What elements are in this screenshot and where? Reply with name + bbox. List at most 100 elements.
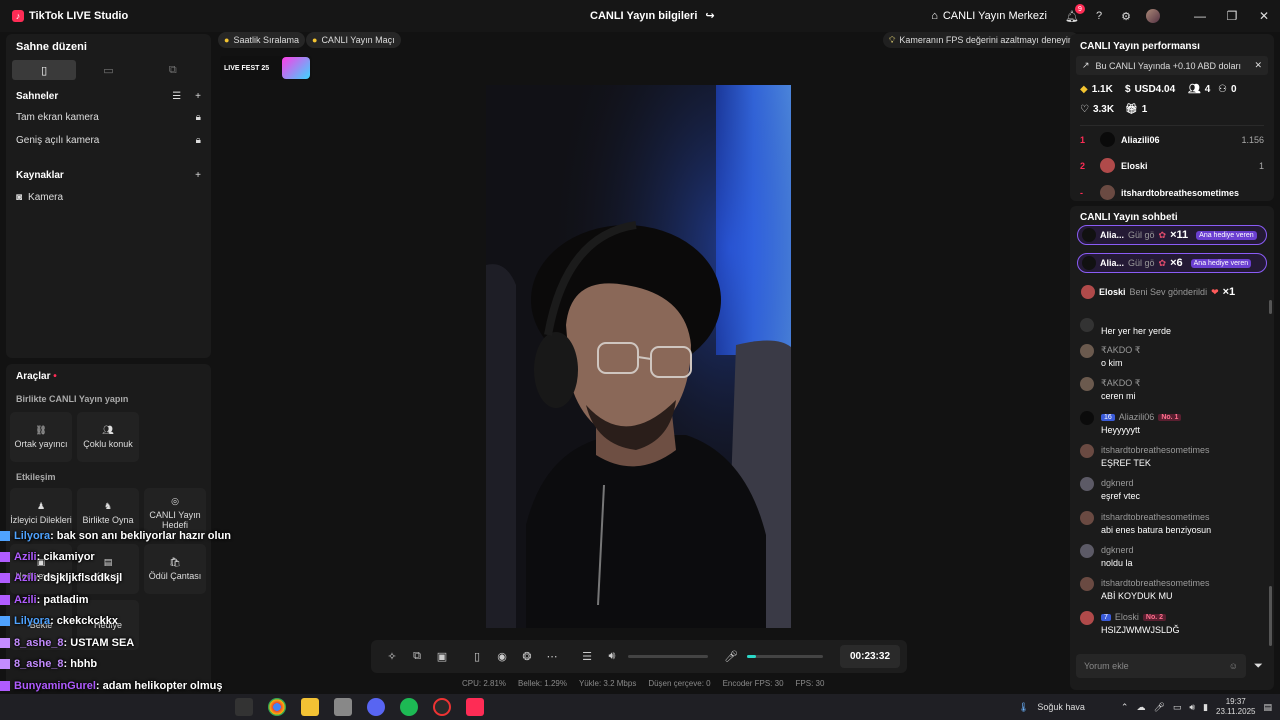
- tab-landscape[interactable]: ▭: [76, 60, 140, 80]
- chat-scrollbar[interactable]: [1269, 586, 1272, 646]
- chat-message[interactable]: 7 Eloski No. 2 HSIZJWMWJSLDĞ: [1080, 611, 1264, 635]
- more-icon[interactable]: ⋯: [543, 648, 561, 666]
- avatar[interactable]: [1080, 318, 1094, 332]
- avatar[interactable]: [1080, 444, 1094, 458]
- tiktok-studio-icon[interactable]: [466, 698, 484, 716]
- list-icon[interactable]: ☰: [172, 91, 181, 102]
- camera-preview[interactable]: [486, 85, 791, 628]
- cohost-tool[interactable]: ⛓ Ortak yayıncı: [10, 412, 72, 462]
- add-source-icon[interactable]: +: [195, 170, 201, 181]
- mic-icon[interactable]: 🎤︎: [722, 648, 740, 666]
- chat-username[interactable]: ₹AKDO ₹: [1101, 378, 1140, 389]
- scene-label: Geniş açılı kamera: [16, 135, 100, 146]
- livefest-banner[interactable]: LIVE FEST 25: [220, 56, 312, 80]
- reward-bag-tool[interactable]: 🛍︎ Ödül Çantası: [144, 544, 206, 594]
- ranking-row[interactable]: 1 Aliazili06 1.156: [1080, 132, 1264, 147]
- record-icon[interactable]: ◉: [493, 648, 511, 666]
- weather-text[interactable]: Soğuk hava: [1037, 702, 1085, 712]
- obs-icon[interactable]: [433, 698, 451, 716]
- close-icon[interactable]: ✕: [1254, 60, 1262, 71]
- chrome-icon[interactable]: [268, 698, 286, 716]
- notifications-icon[interactable]: ▤: [1263, 702, 1272, 713]
- mic-tray-icon[interactable]: 🎤︎: [1153, 702, 1164, 713]
- mic-level-slider[interactable]: [747, 655, 823, 658]
- live-info-title[interactable]: CANLI Yayın bilgileri ↪: [590, 9, 715, 23]
- volume-icon[interactable]: 🔊︎: [1189, 702, 1195, 713]
- magic-icon[interactable]: ✧: [383, 648, 401, 666]
- chat-username[interactable]: ₹AKDO ₹: [1101, 345, 1140, 356]
- speaker-icon[interactable]: 🔊︎: [603, 648, 621, 666]
- gift-notification[interactable]: Eloski Beni Sev gönderildi ❤ ×1: [1077, 282, 1267, 302]
- gift-notification[interactable]: Alia... Gül gö ✿ ×6 Ana hediye veren: [1077, 253, 1267, 273]
- live-center-button[interactable]: ⌂ CANLI Yayın Merkezi: [931, 10, 1047, 22]
- help-icon[interactable]: ?: [1092, 9, 1106, 23]
- close-button[interactable]: ✕: [1248, 0, 1280, 32]
- scene-item[interactable]: Tam ekran kamera 🔒︎: [16, 112, 201, 123]
- share-icon[interactable]: ↪: [705, 9, 714, 22]
- scene-item[interactable]: Geniş açılı kamera 🔒︎: [16, 135, 201, 146]
- minimize-button[interactable]: —: [1184, 0, 1216, 32]
- hourly-ranking-pill[interactable]: ● Saatlik Sıralama: [218, 32, 305, 48]
- chat-username[interactable]: itshardtobreathesometimes: [1101, 512, 1210, 522]
- chat-message[interactable]: itshardtobreathesometimes abi enes batura…: [1080, 511, 1264, 535]
- avatar[interactable]: [1146, 9, 1160, 23]
- gift-scrollbar[interactable]: [1269, 300, 1272, 314]
- task-view-icon[interactable]: [235, 698, 253, 716]
- discord-icon[interactable]: [367, 698, 385, 716]
- chat-username[interactable]: Aliazili06: [1119, 412, 1155, 422]
- folder-icon[interactable]: [301, 698, 319, 716]
- fps-tip[interactable]: 💡︎ Kameranın FPS değerini azaltmayı deney…: [883, 32, 1079, 48]
- lock-icon[interactable]: 🔒︎: [196, 135, 201, 146]
- add-scene-icon[interactable]: +: [195, 91, 201, 102]
- gear-icon[interactable]: ⚙: [1119, 9, 1133, 23]
- avatar[interactable]: [1080, 377, 1094, 391]
- comment-input[interactable]: Yorum ekle ☺: [1076, 654, 1246, 678]
- avatar[interactable]: [1080, 544, 1094, 558]
- chat-message[interactable]: dgknerd eşref vtec: [1080, 477, 1264, 501]
- battery-icon[interactable]: ▮: [1203, 702, 1208, 713]
- tab-portrait[interactable]: ▯: [12, 60, 77, 80]
- bell-icon[interactable]: 🔔︎ 9: [1065, 4, 1085, 23]
- avatar[interactable]: [1080, 577, 1094, 591]
- tab-split[interactable]: ⧉: [141, 60, 205, 80]
- app-icon[interactable]: [334, 698, 352, 716]
- layout-icon[interactable]: ▣: [433, 648, 451, 666]
- chat-message[interactable]: Her yer her yerde: [1080, 318, 1264, 336]
- volume-slider[interactable]: [628, 655, 708, 658]
- phone-icon[interactable]: ▯: [468, 648, 486, 666]
- clock[interactable]: 19:37 23.11.2025: [1216, 697, 1255, 717]
- chat-message[interactable]: ₹AKDO ₹ ceren mi: [1080, 377, 1264, 401]
- filter-icon[interactable]: ⏷: [1254, 660, 1263, 673]
- live-match-pill[interactable]: ● CANLI Yayın Maçı: [306, 32, 401, 48]
- chat-username[interactable]: Eloski: [1115, 612, 1139, 622]
- chat-message[interactable]: ₹AKDO ₹ o kim: [1080, 344, 1264, 368]
- avatar[interactable]: [1080, 344, 1094, 358]
- chat-username[interactable]: dgknerd: [1101, 545, 1134, 555]
- restore-button[interactable]: ❐: [1216, 0, 1248, 32]
- chat-username[interactable]: dgknerd: [1101, 478, 1134, 488]
- chat-message[interactable]: 16 Aliazili06 No. 1 Heyyyyytt: [1080, 411, 1264, 435]
- avatar[interactable]: [1080, 611, 1094, 625]
- chat-message[interactable]: itshardtobreathesometimes EŞREF TEK: [1080, 444, 1264, 468]
- screen-share-icon[interactable]: ⧉: [408, 648, 426, 666]
- chat-username[interactable]: itshardtobreathesometimes: [1101, 445, 1210, 455]
- chevron-up-icon[interactable]: ⌃: [1121, 702, 1129, 713]
- source-item[interactable]: ◙ Kamera: [16, 192, 201, 203]
- avatar[interactable]: [1080, 511, 1094, 525]
- settings-sliders-icon[interactable]: ☰: [578, 648, 596, 666]
- chat-message[interactable]: itshardtobreathesometimes ABİ KOYDUK MU: [1080, 577, 1264, 601]
- effects-icon[interactable]: ❂: [518, 648, 536, 666]
- avatar[interactable]: [1080, 477, 1094, 491]
- cloud-icon[interactable]: ☁: [1136, 702, 1145, 713]
- spotify-icon[interactable]: [400, 698, 418, 716]
- avatar[interactable]: [1080, 411, 1094, 425]
- gift-notification[interactable]: Alia... Gül gö ✿ ×11 Ana hediye veren: [1077, 225, 1267, 245]
- network-icon[interactable]: ▭: [1173, 702, 1182, 713]
- ranking-row[interactable]: - itshardtobreathesometimes: [1080, 185, 1264, 200]
- chat-username[interactable]: itshardtobreathesometimes: [1101, 578, 1210, 588]
- chat-message[interactable]: dgknerd noldu la: [1080, 544, 1264, 568]
- lock-icon[interactable]: 🔒︎: [196, 112, 201, 123]
- emoji-icon[interactable]: ☺: [1229, 661, 1238, 671]
- multi-guest-tool[interactable]: 👥︎ Çoklu konuk: [77, 412, 139, 462]
- ranking-row[interactable]: 2 Eloski 1: [1080, 158, 1264, 173]
